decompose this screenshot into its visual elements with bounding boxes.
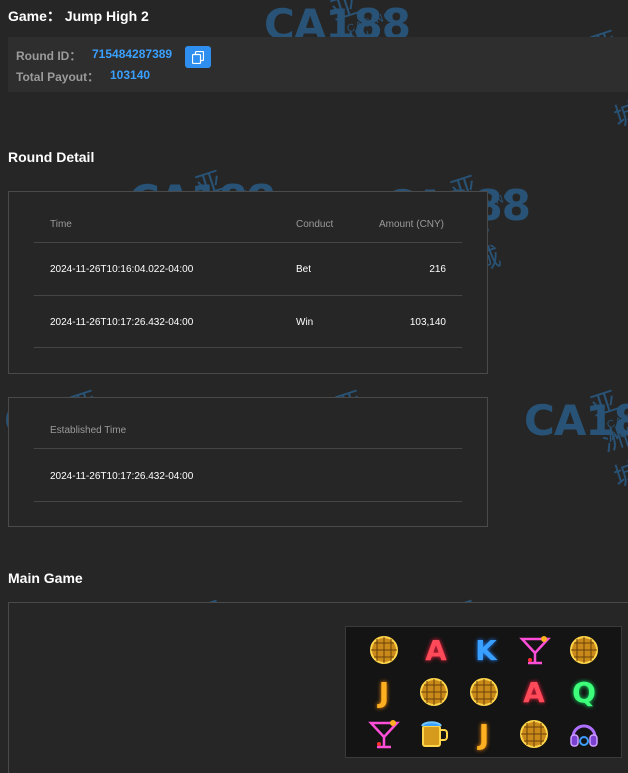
disco-ball-icon: [414, 672, 454, 712]
column-header-time: Time: [50, 219, 72, 230]
beer-mug-icon: [414, 714, 454, 754]
copy-icon: [192, 50, 204, 64]
table-cell-amount: 216: [429, 264, 446, 275]
table-cell-time: 2024-11-26T10:16:04.022-04:00: [50, 264, 194, 275]
total-payout-value: 103140: [110, 68, 151, 82]
game-name: Jump High 2: [64, 8, 149, 24]
column-header-conduct: Conduct: [296, 219, 334, 230]
round-id-label: Round ID：: [16, 49, 82, 63]
table-cell-conduct: Bet: [296, 264, 312, 275]
cocktail-icon: [515, 630, 555, 670]
disco-ball-icon: [464, 672, 504, 712]
disco-ball-icon: [514, 714, 554, 754]
round-id-value: 715484287389: [92, 47, 173, 61]
table-cell-amount: 103,140: [409, 317, 446, 328]
headphones-icon: [564, 714, 604, 754]
divider: [34, 448, 462, 449]
total-payout-label: Total Payout：: [16, 70, 100, 84]
page-title: Game： Jump High 2: [8, 6, 149, 26]
table-cell-time: 2024-11-26T10:17:26.432-04:00: [50, 317, 194, 328]
round-detail-title: Round Detail: [8, 149, 95, 165]
disco-ball-icon: [564, 630, 604, 670]
round-info-panel: [8, 37, 628, 92]
game-label: Game：: [8, 8, 61, 24]
slot-reel-grid: A K J A Q J: [345, 626, 622, 758]
established-time-table: [8, 397, 488, 527]
letter-j-icon: J: [378, 675, 390, 709]
divider: [34, 501, 462, 502]
divider: [34, 295, 462, 296]
table-cell-conduct: Win: [296, 317, 314, 328]
letter-q-icon: Q: [572, 675, 596, 709]
column-header-amount: Amount (CNY): [379, 219, 445, 230]
table-cell-established-time: 2024-11-26T10:17:26.432-04:00: [50, 471, 194, 482]
divider: [34, 347, 462, 348]
letter-k-icon: K: [475, 633, 497, 667]
main-game-title: Main Game: [8, 570, 83, 586]
letter-a-icon: A: [425, 633, 447, 667]
divider: [34, 242, 462, 243]
cocktail-icon: [364, 714, 404, 754]
letter-a-icon: A: [523, 675, 545, 709]
disco-ball-icon: [364, 630, 404, 670]
copy-round-id-button[interactable]: [185, 46, 211, 68]
column-header-established-time: Established Time: [50, 425, 127, 436]
letter-j-icon: J: [478, 717, 490, 751]
